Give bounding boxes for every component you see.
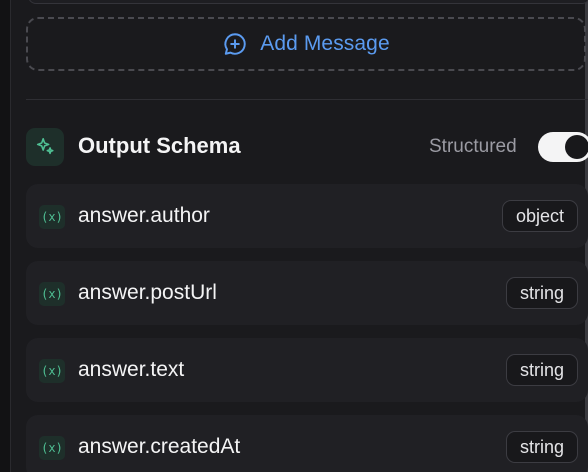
previous-message-card[interactable]: [28, 0, 588, 4]
sparkle-icon: [26, 128, 64, 166]
schema-field-row[interactable]: (x) answer.postUrl string: [26, 261, 588, 325]
schema-field-row[interactable]: (x) answer.text string: [26, 338, 588, 402]
type-badge[interactable]: object: [501, 200, 578, 232]
left-panel-edge: [0, 0, 11, 472]
type-badge[interactable]: string: [505, 431, 578, 463]
field-name: answer.text: [78, 358, 185, 381]
field-name: answer.author: [78, 204, 210, 227]
variable-icon: (x): [39, 205, 65, 229]
section-divider: [26, 99, 588, 100]
message-plus-icon: [222, 31, 248, 57]
type-badge[interactable]: string: [505, 277, 578, 309]
add-message-button[interactable]: Add Message: [26, 17, 586, 71]
type-badge[interactable]: string: [505, 354, 578, 386]
add-message-label: Add Message: [260, 32, 390, 55]
schema-field-row[interactable]: (x) answer.createdAt string: [26, 415, 588, 472]
schema-field-row[interactable]: (x) answer.author object: [26, 184, 588, 248]
output-schema-panel: Add Message Output Schema Structured (x)…: [0, 0, 588, 472]
field-name: answer.postUrl: [78, 281, 217, 304]
variable-icon: (x): [39, 359, 65, 383]
toggle-knob: [565, 135, 588, 159]
output-schema-title: Output Schema: [78, 133, 241, 158]
output-schema-header: Output Schema Structured: [26, 128, 588, 166]
structured-label: Structured: [429, 136, 517, 157]
variable-icon: (x): [39, 282, 65, 306]
field-name: answer.createdAt: [78, 435, 241, 458]
variable-icon: (x): [39, 436, 65, 460]
structured-toggle[interactable]: [538, 132, 588, 162]
